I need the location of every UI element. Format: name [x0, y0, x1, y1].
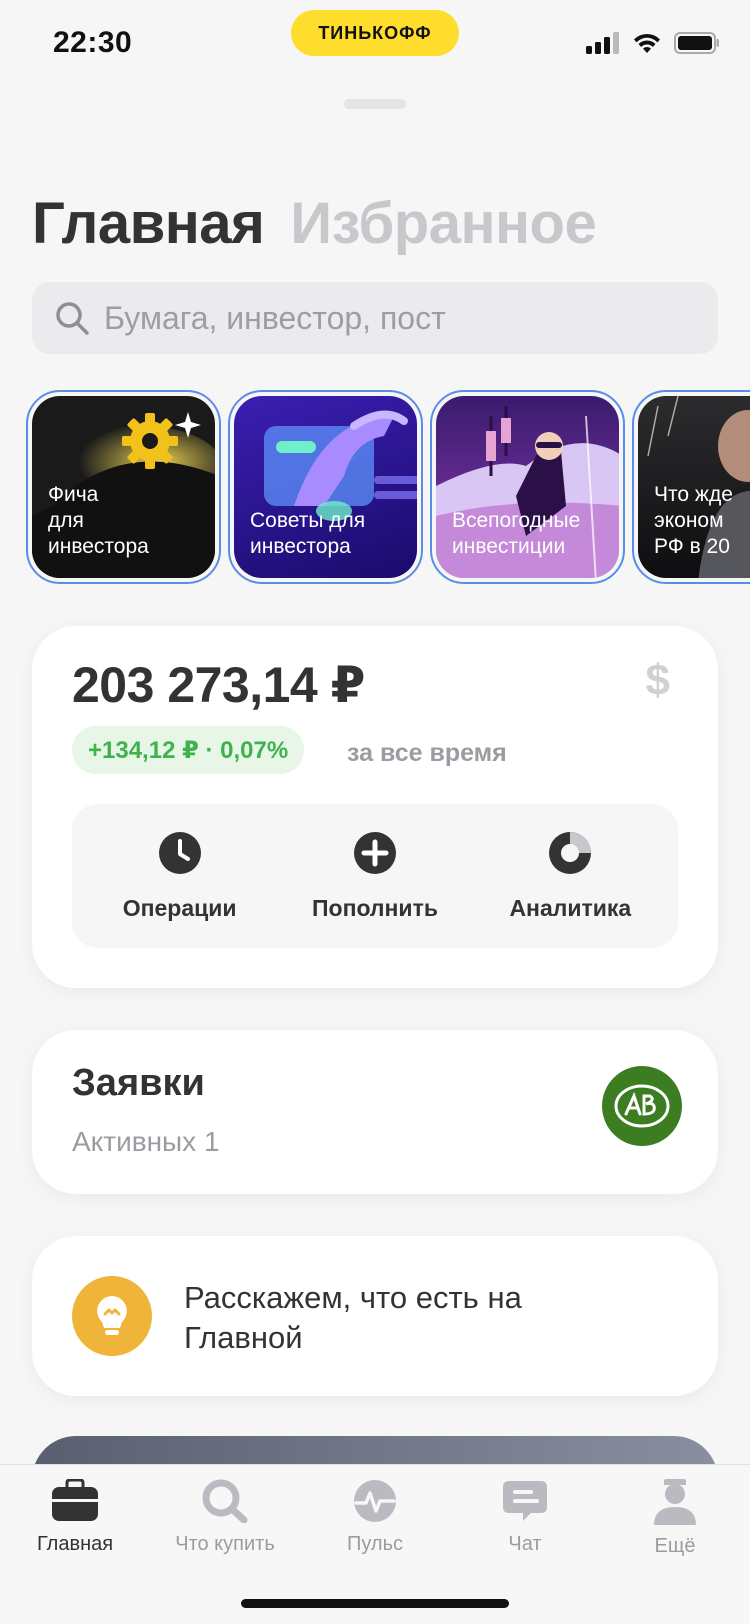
home-indicator[interactable] — [241, 1599, 509, 1608]
operations-label: Операции — [122, 894, 237, 921]
operations-button[interactable]: Операции — [85, 831, 275, 922]
orders-count: Активных 1 — [72, 1126, 220, 1157]
status-bar: 22:30 ТИНЬКОФФ — [0, 0, 750, 90]
tab-main[interactable]: Главная — [32, 190, 265, 257]
story-tips-cover: Советы для инвестора — [234, 396, 417, 578]
story-feature[interactable]: Фича для инвестора — [26, 390, 221, 584]
status-icons — [586, 32, 720, 54]
orders-card[interactable]: Заявки Активных 1 — [32, 1030, 718, 1194]
sheet-grabber[interactable] — [344, 99, 406, 109]
hint-text: Расскажем, что есть на Главной — [184, 1280, 522, 1355]
tabbar-chat[interactable]: Чат — [450, 1479, 600, 1556]
pie-chart-icon — [549, 831, 592, 874]
tabbar-pulse[interactable]: Пульс — [300, 1479, 450, 1556]
clock-icon — [158, 831, 201, 874]
tabbar-chat-label: Чат — [508, 1533, 542, 1555]
wifi-icon — [634, 33, 660, 53]
search-icon — [202, 1479, 248, 1523]
chat-icon — [503, 1481, 547, 1521]
hint-card[interactable]: Расскажем, что есть на Главной — [32, 1236, 718, 1396]
stories-carousel[interactable]: Фича для инвестора Советы для инвестора — [26, 390, 750, 590]
bank-badge: ТИНЬКОФФ — [291, 10, 459, 56]
tabbar-main[interactable]: Главная — [0, 1479, 150, 1556]
lightbulb-icon — [72, 1276, 152, 1356]
analytics-button[interactable]: Аналитика — [475, 831, 665, 922]
tab-favorites[interactable]: Избранное — [290, 190, 596, 257]
orders-title: Заявки — [72, 1062, 205, 1104]
story-label: Советы для инвестора — [250, 509, 366, 558]
tabbar-what-to-buy[interactable]: Что купить — [150, 1479, 300, 1556]
portfolio-card[interactable]: 203 273,14 ₽ $ +134,12 ₽ · 0,07% за все … — [32, 626, 718, 988]
tabbar-more-label: Ещё — [654, 1535, 696, 1557]
story-economy[interactable]: Что жде эконом РФ в 20 — [632, 390, 750, 584]
story-tips[interactable]: Советы для инвестора — [228, 390, 423, 584]
profile-icon — [654, 1479, 696, 1525]
signal-icon — [586, 32, 619, 54]
story-feature-cover: Фича для инвестора — [32, 396, 215, 578]
portfolio-actions: Операции Пополнить Аналитика — [72, 804, 678, 948]
tabbar-pulse-label: Пульс — [346, 1533, 404, 1555]
top-up-button[interactable]: Пополнить — [280, 831, 470, 922]
briefcase-icon — [52, 1479, 98, 1521]
portfolio-amount: 203 273,14 ₽ — [72, 657, 365, 713]
tabbar-more[interactable]: Ещё — [600, 1479, 750, 1558]
profit-badge: +134,12 ₽ · 0,07% — [72, 726, 305, 774]
security-logo-icon — [602, 1066, 682, 1146]
currency-toggle[interactable]: $ — [646, 656, 670, 706]
search-input[interactable] — [104, 299, 664, 337]
profit-caption: за все время — [347, 739, 507, 767]
story-label: Что жде эконом РФ в 20 — [654, 483, 733, 558]
story-label: Всепогодные инвестиции — [452, 509, 581, 558]
top-up-label: Пополнить — [311, 894, 438, 921]
tabbar-what-to-buy-label: Что купить — [175, 1533, 275, 1555]
status-time: 22:30 — [53, 26, 133, 59]
analytics-label: Аналитика — [509, 894, 632, 921]
pulse-icon — [354, 1480, 396, 1522]
plus-icon — [353, 831, 396, 874]
story-label: Фича для инвестора — [48, 483, 149, 558]
search-icon — [56, 302, 89, 335]
story-allweather-cover: Всепогодные инвестиции — [436, 396, 619, 578]
story-economy-cover: Что жде эконом РФ в 20 — [638, 396, 750, 578]
tabbar-main-label: Главная — [36, 1533, 114, 1555]
main-tabs: Главная Избранное — [32, 190, 597, 257]
search-bar[interactable] — [32, 282, 718, 354]
story-allweather[interactable]: Всепогодные инвестиции — [430, 390, 625, 584]
battery-icon — [674, 32, 719, 54]
